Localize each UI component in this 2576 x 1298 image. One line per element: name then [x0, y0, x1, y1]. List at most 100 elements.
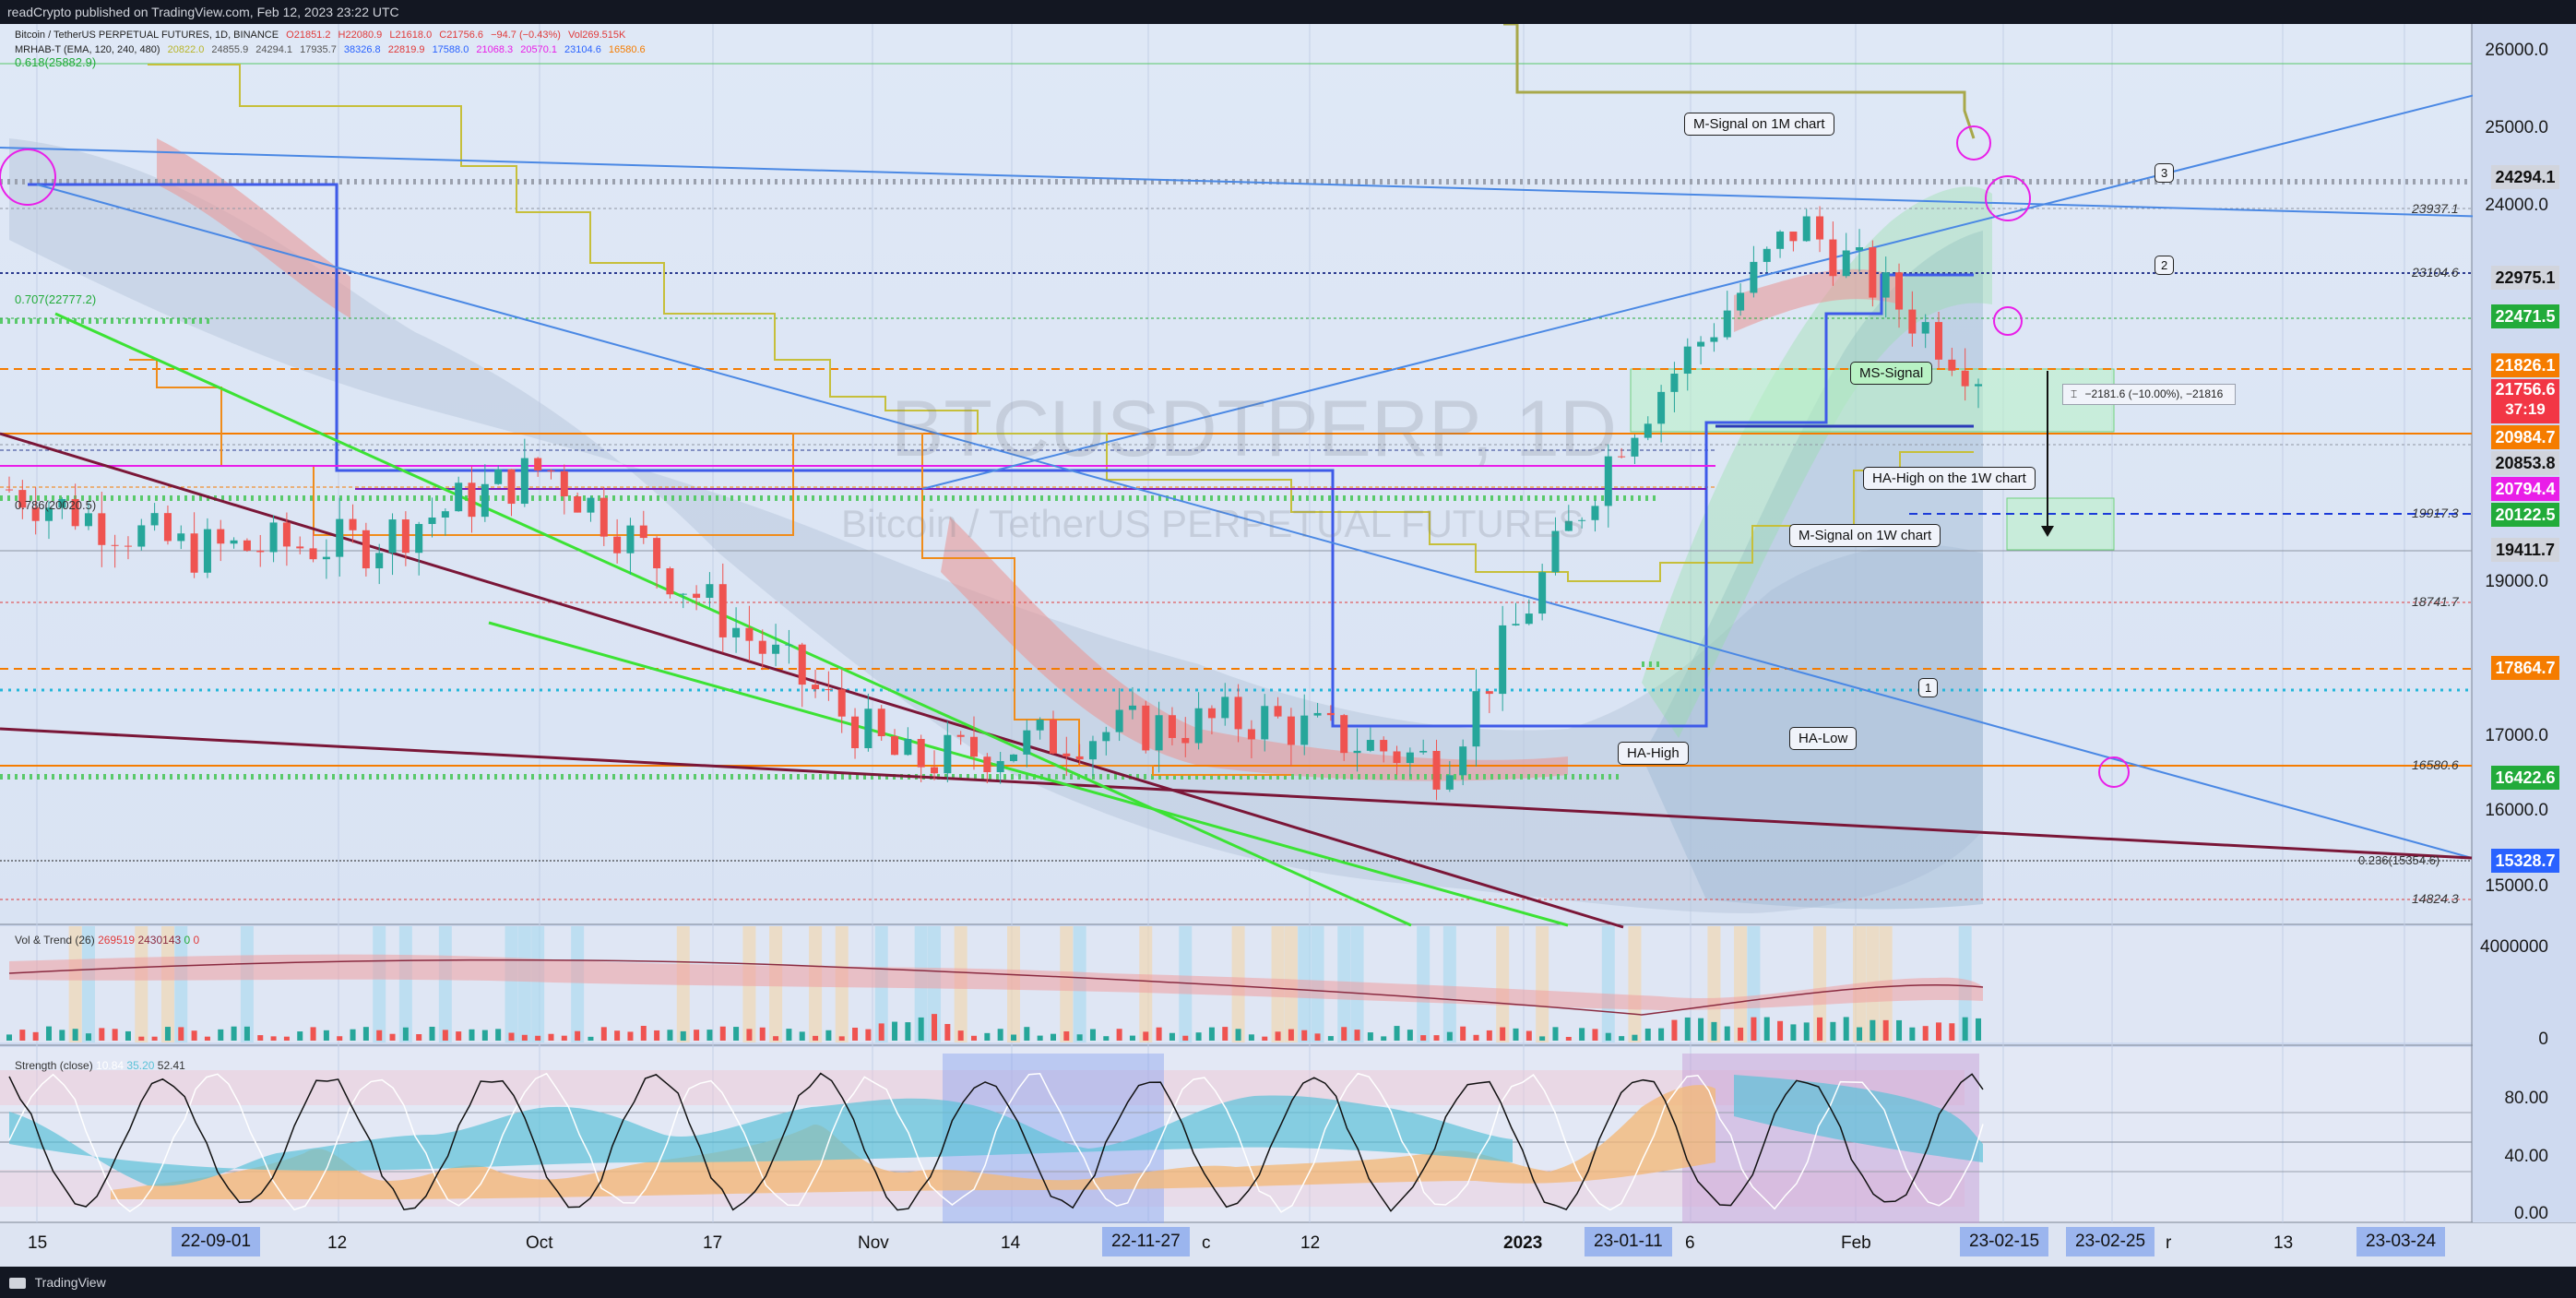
x-box-23-01-11: 23-01-11	[1585, 1227, 1672, 1256]
callout-ha-high-1w[interactable]: HA-High on the 1W chart	[1863, 467, 2036, 490]
candle-body	[1287, 716, 1295, 745]
candle-body	[679, 593, 687, 595]
volume-bar	[1738, 1027, 1744, 1041]
fib-0618-label: 0.618(25882.9)	[15, 55, 97, 69]
indicator-val-5: 22819.9	[387, 44, 425, 55]
volume-bar	[971, 1035, 978, 1041]
volume-bar	[1367, 1032, 1373, 1041]
candle-body	[732, 627, 741, 637]
volume-bar	[733, 1027, 740, 1041]
volume-bar	[1632, 1034, 1638, 1041]
candle-body	[6, 489, 13, 491]
volume-bar	[944, 1023, 951, 1041]
indicator-legend[interactable]: MRHAB-T (EMA, 120, 240, 480) 20822.0 248…	[15, 44, 650, 55]
volume-bar	[350, 1029, 356, 1041]
vol-legend[interactable]: Vol & Trend (26) 269519 2430143 0 0	[15, 934, 199, 947]
volume-bar	[1698, 1018, 1704, 1041]
volume-bar	[297, 1031, 303, 1041]
ohlc-open: O21851.2	[286, 30, 331, 41]
y-tick-25000: 25000.0	[2485, 118, 2548, 137]
volume-bar	[469, 1029, 475, 1041]
callout-ha-high[interactable]: HA-High	[1618, 742, 1689, 765]
volume-bar	[85, 1033, 91, 1041]
callout-ha-low[interactable]: HA-Low	[1789, 727, 1858, 750]
candle-body	[1221, 697, 1229, 719]
volume-bar	[865, 1029, 872, 1041]
volume-bar	[32, 1031, 39, 1041]
volume-bar	[667, 1030, 673, 1041]
candle-body	[349, 518, 357, 530]
tradingview-logo-icon	[9, 1278, 26, 1290]
candle-body	[1168, 715, 1176, 738]
candle-body	[1155, 715, 1163, 751]
volume-bar	[561, 1035, 567, 1041]
volume-bar	[1619, 1036, 1625, 1041]
callout-msignal-1m[interactable]: M-Signal on 1M chart	[1684, 113, 1834, 136]
candle-body	[1789, 232, 1798, 242]
volume-bar	[59, 1030, 65, 1041]
volume-bar	[521, 1034, 528, 1041]
volume-bar	[1658, 1028, 1665, 1041]
indicator-val-9: 23104.6	[564, 44, 601, 55]
volume-bar	[1882, 1019, 1889, 1041]
x-label-r: r	[2166, 1233, 2172, 1253]
candle-body	[1750, 261, 1758, 293]
volume-bar	[614, 1030, 621, 1041]
volume-bar	[191, 1030, 197, 1041]
callout-number-1[interactable]: 1	[1918, 678, 1939, 697]
volume-bar	[1341, 1027, 1347, 1041]
candle-body	[785, 644, 793, 646]
volume-bar	[323, 1030, 329, 1041]
candle-body	[1326, 712, 1335, 716]
callout-msignal-1w[interactable]: M-Signal on 1W chart	[1789, 524, 1941, 547]
y-tick-16000: 16000.0	[2485, 801, 2548, 820]
candle-body	[1393, 751, 1401, 764]
volume-bar	[1420, 1035, 1427, 1041]
candle-body	[1102, 732, 1110, 742]
callout-number-2[interactable]: 2	[2155, 256, 2175, 275]
volume-bar	[429, 1026, 435, 1041]
candle-body	[1499, 625, 1507, 695]
indicator-val-6: 17588.0	[432, 44, 469, 55]
candle-body	[177, 533, 185, 542]
indicator-val-4: 38326.8	[343, 44, 381, 55]
x-label-12-dec: 12	[1300, 1233, 1321, 1253]
countdown-label: 37:19	[2505, 400, 2546, 419]
strength-legend[interactable]: Strength (close) 10.84 35.20 52.41	[15, 1059, 185, 1072]
callout-number-3[interactable]: 3	[2155, 163, 2175, 183]
candle-body	[1723, 310, 1731, 338]
candle-body	[1274, 706, 1282, 717]
watermark-name: Bitcoin / TetherUS PERPETUAL FUTURES	[841, 502, 1585, 545]
candle-body	[163, 513, 172, 542]
candle-body	[718, 584, 727, 637]
volume-bar	[1301, 1030, 1308, 1041]
price-box-20984-7: 20984.7	[2491, 425, 2559, 450]
price-chart[interactable]	[0, 24, 2576, 1267]
volume-bar	[1922, 1026, 1929, 1041]
price-box-21756-6: 21756.6 37:19	[2491, 379, 2559, 424]
volume-bar	[1222, 1027, 1229, 1041]
candle-body	[520, 458, 528, 505]
ohlc-change: −94.7 (−0.43%)	[491, 30, 561, 41]
volume-bar	[495, 1029, 502, 1041]
volume-bar	[706, 1030, 713, 1041]
candle-body	[1908, 309, 1917, 334]
symbol-legend[interactable]: Bitcoin / TetherUS PERPETUAL FUTURES, 1D…	[15, 30, 630, 41]
measure-icon: ⌶	[2071, 387, 2078, 400]
candle-body	[1538, 572, 1547, 614]
volume-bar	[1208, 1027, 1215, 1041]
candle-body	[1247, 729, 1255, 740]
candle-body	[1261, 706, 1269, 740]
candle-body	[481, 483, 489, 518]
volume-bar	[1010, 1034, 1016, 1041]
candle-body	[653, 538, 661, 569]
callout-ms-signal[interactable]: MS-Signal	[1850, 362, 1933, 385]
volume-bar	[1182, 1035, 1189, 1041]
candle-body	[269, 522, 278, 553]
candle-body	[1485, 691, 1493, 695]
candle-body	[758, 640, 766, 654]
candle-body	[296, 546, 304, 549]
volume-bar	[773, 1036, 779, 1041]
ohlc-low: L21618.0	[389, 30, 433, 41]
x-label-2023: 2023	[1503, 1233, 1543, 1253]
